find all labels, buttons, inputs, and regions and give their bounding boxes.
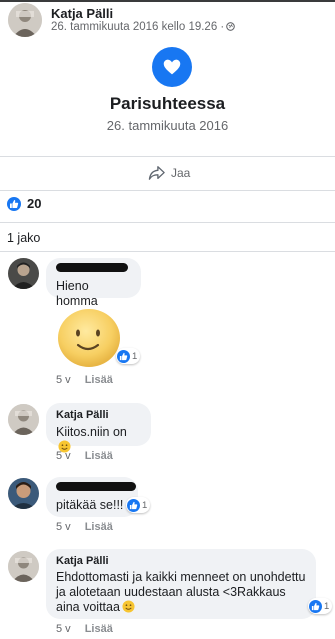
share-label: Jaa xyxy=(171,166,191,180)
divider xyxy=(0,156,335,157)
redacted-name xyxy=(56,482,136,491)
comment-bubble: Hieno homma xyxy=(46,258,141,308)
comment-meta: 5 v Lisää xyxy=(56,374,113,386)
comment-reaction-count: 1 xyxy=(142,499,148,511)
like-icon xyxy=(127,498,140,512)
divider xyxy=(0,190,335,191)
comment-reaction-chip[interactable]: 1 xyxy=(126,497,151,513)
comment-meta: 5 v Lisää xyxy=(56,450,113,462)
event-date: 26. tammikuuta 2016 xyxy=(106,118,229,133)
share-arrow-icon xyxy=(148,166,165,180)
smile-emoji-icon xyxy=(122,600,135,613)
smiley-sticker xyxy=(58,309,120,367)
comment-reaction-count: 1 xyxy=(324,600,330,612)
author-avatar[interactable] xyxy=(8,404,39,435)
comment-text: Ehdottomasti ja kaikki menneet on unohde… xyxy=(56,570,306,614)
heart-icon xyxy=(152,47,192,87)
comment-age[interactable]: 5 v xyxy=(56,521,71,533)
comment-age[interactable]: 5 v xyxy=(56,623,71,635)
commenter-avatar[interactable] xyxy=(8,478,39,509)
comment-age[interactable]: 5 v xyxy=(56,450,71,462)
divider xyxy=(0,251,335,252)
like-icon xyxy=(117,349,130,363)
comment-reaction-count: 1 xyxy=(132,350,138,362)
comment-bubble: Katja Pälli Kiitos.niin on xyxy=(46,403,151,453)
shares-count[interactable]: 1 jako xyxy=(7,231,40,245)
comment-text: Hieno homma xyxy=(56,279,98,308)
author-avatar[interactable] xyxy=(8,3,42,37)
reaction-count: 20 xyxy=(27,196,42,211)
comment-bubble: Katja Pälli Ehdottomasti ja kaikki menne… xyxy=(46,549,316,619)
comment-reaction-chip[interactable]: 1 xyxy=(116,348,141,364)
reactions-summary[interactable]: 20 xyxy=(7,196,41,211)
more-button[interactable]: Lisää xyxy=(85,521,113,533)
comment-reaction-chip[interactable]: 1 xyxy=(308,598,333,614)
like-icon xyxy=(7,196,21,211)
author-avatar[interactable] xyxy=(8,551,39,582)
divider xyxy=(0,222,335,223)
comment-meta: 5 v Lisää xyxy=(56,623,113,635)
like-icon xyxy=(309,599,322,613)
more-button[interactable]: Lisää xyxy=(85,450,113,462)
more-button[interactable]: Lisää xyxy=(85,374,113,386)
globe-icon xyxy=(226,22,236,31)
comment-bubble: pitäkää se!!! xyxy=(46,477,138,517)
top-status-strip xyxy=(0,0,335,2)
post-author-name[interactable]: Katja Pälli xyxy=(51,6,113,21)
comment-age[interactable]: 5 v xyxy=(56,374,71,386)
redacted-name xyxy=(56,263,128,272)
commenter-avatar[interactable] xyxy=(8,258,39,289)
more-button[interactable]: Lisää xyxy=(85,623,113,635)
post-timestamp[interactable]: 26. tammikuuta 2016 kello 19.26 · xyxy=(51,21,236,33)
post-header: Katja Pälli 26. tammikuuta 2016 kello 19… xyxy=(8,3,328,37)
commenter-name[interactable]: Katja Pälli xyxy=(56,409,141,421)
event-title: Parisuhteessa xyxy=(109,94,226,113)
comment-text: pitäkää se!!! xyxy=(56,498,124,512)
comment-meta: 5 v Lisää xyxy=(56,521,113,533)
commenter-name[interactable]: Katja Pälli xyxy=(56,555,306,567)
share-button[interactable]: Jaa xyxy=(148,163,190,183)
